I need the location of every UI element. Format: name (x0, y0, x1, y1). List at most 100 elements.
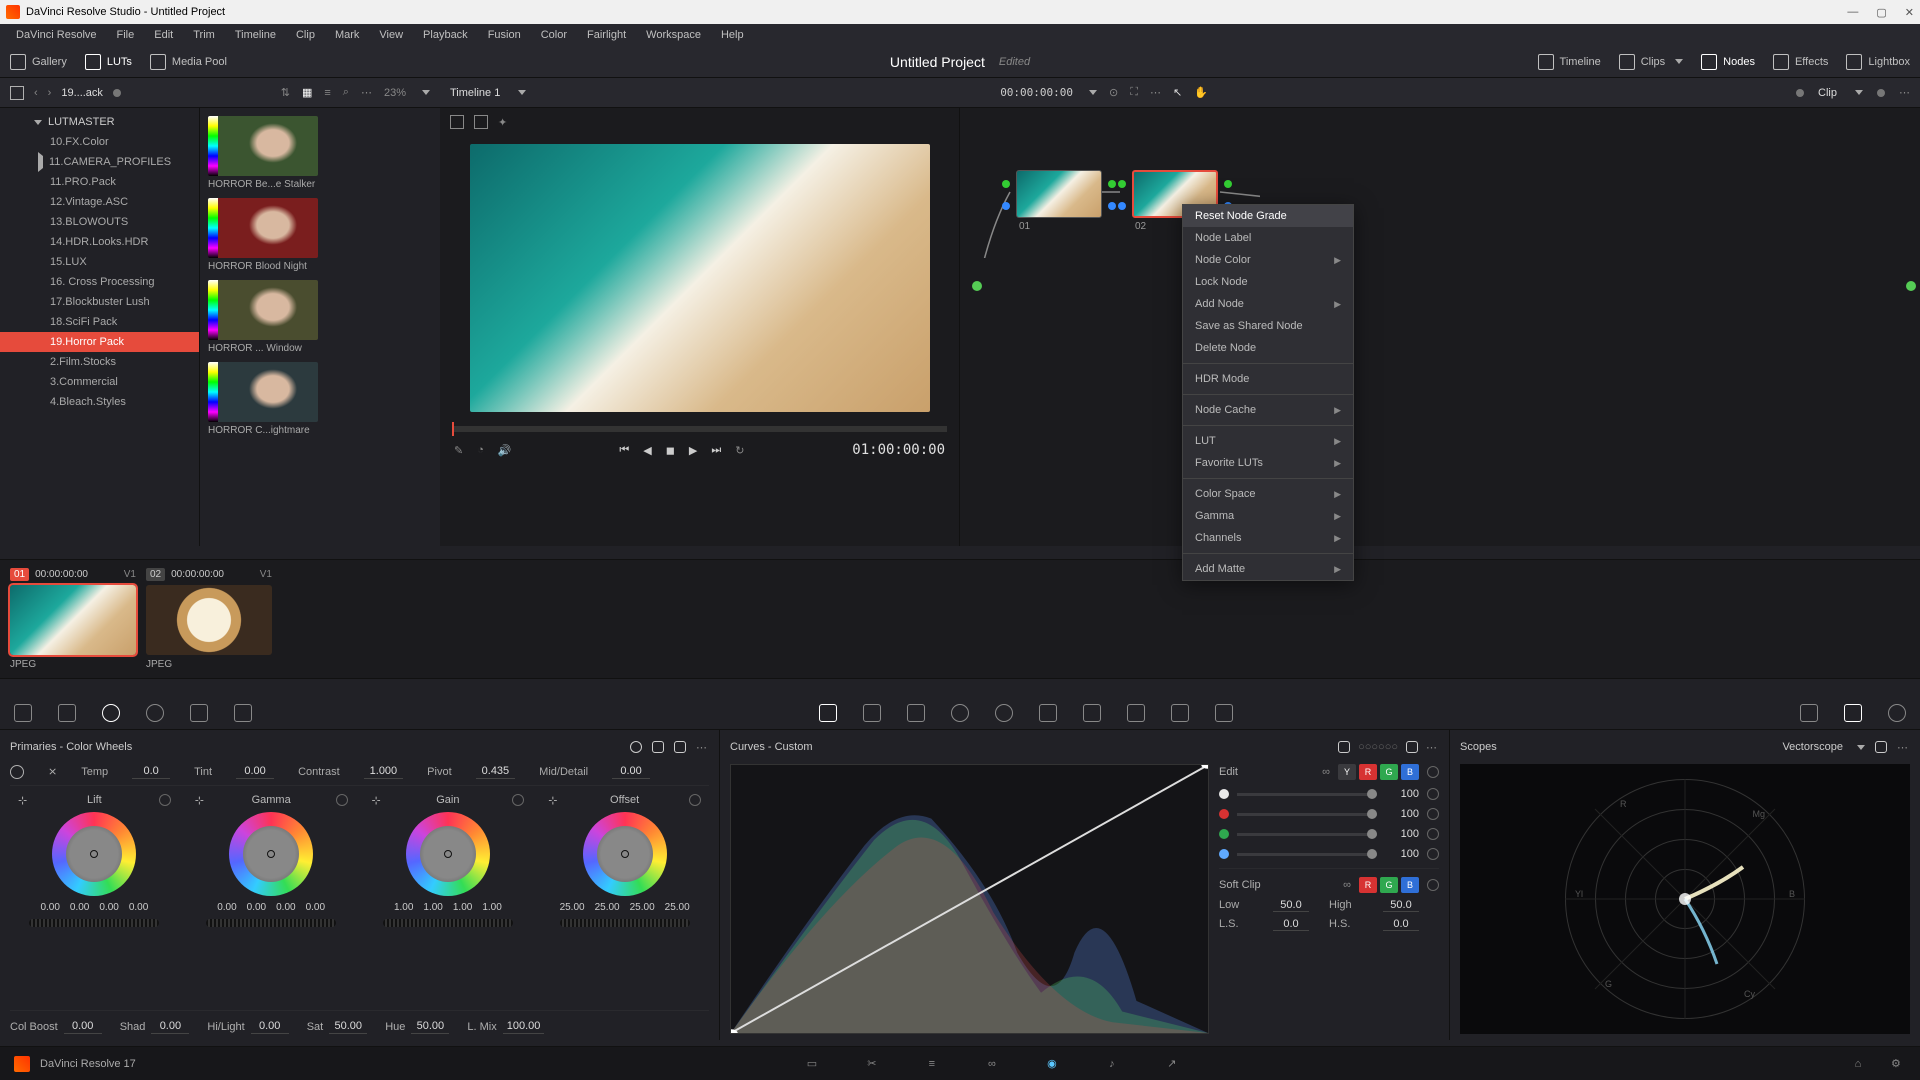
wheel-value[interactable]: 0.00 (306, 902, 325, 913)
wheel-value[interactable]: 1.00 (482, 902, 501, 913)
ctx-add-matte[interactable]: Add Matte▶ (1183, 558, 1353, 580)
ctx-gamma[interactable]: Gamma▶ (1183, 505, 1353, 527)
wheel-value[interactable]: 25.00 (560, 902, 585, 913)
viewer-image[interactable] (470, 144, 930, 412)
timeline-name[interactable]: Timeline 1 (450, 87, 500, 99)
curve-intensity-slider[interactable]: 100 (1219, 788, 1439, 800)
home-icon[interactable]: ⌂ (1848, 1054, 1868, 1074)
clip-thumbnail[interactable] (146, 585, 272, 655)
project-settings-icon[interactable]: ⚙ (1886, 1054, 1906, 1074)
edit-b-button[interactable]: B (1401, 764, 1419, 780)
scope-toggle-icon[interactable]: ◔ (477, 444, 484, 457)
primaries-mode-log-icon[interactable] (674, 741, 686, 753)
ctx-lut[interactable]: LUT▶ (1183, 430, 1353, 452)
page-color-icon[interactable]: ◉ (1042, 1054, 1062, 1074)
ttb-lightbox[interactable]: Lightbox (1846, 54, 1910, 70)
lut-folder[interactable]: 12.Vintage.ASC (0, 192, 199, 212)
window-maximize[interactable]: ▢ (1876, 6, 1886, 19)
wheel-value[interactable]: 1.00 (394, 902, 413, 913)
play-icon[interactable]: ▶ (689, 444, 697, 457)
wheel-value[interactable]: 1.00 (453, 902, 472, 913)
viewer-mode-a-icon[interactable] (450, 115, 464, 129)
pal-qualifier-icon[interactable] (907, 704, 925, 722)
nav-next-icon[interactable]: › (48, 87, 52, 99)
lut-folder[interactable]: 19.Horror Pack (0, 332, 199, 352)
ttb-gallery[interactable]: Gallery (10, 54, 67, 70)
clips-dropdown-icon[interactable] (1675, 59, 1683, 64)
pal-warper-icon[interactable] (863, 704, 881, 722)
clip-item[interactable]: 0200:00:00:00V1JPEG (146, 568, 272, 670)
menu-help[interactable]: Help (711, 29, 754, 41)
color-wheel[interactable] (229, 812, 313, 896)
window-close[interactable]: ✕ (1905, 6, 1914, 19)
menu-workspace[interactable]: Workspace (636, 29, 711, 41)
softclip-reset-icon[interactable] (1427, 879, 1439, 891)
search-icon[interactable]: ⌕ (343, 86, 349, 99)
pal-rgb-mixer-icon[interactable] (190, 704, 208, 722)
pal-window-icon[interactable] (951, 704, 969, 722)
lut-root[interactable]: LUTMASTER (0, 112, 199, 132)
color-wheel[interactable] (583, 812, 667, 896)
wheel-value[interactable]: 0.00 (129, 902, 148, 913)
scopes-mode[interactable]: Vectorscope (1782, 741, 1843, 753)
edit-g-button[interactable]: G (1380, 764, 1398, 780)
link-icon[interactable]: ∞ (1322, 766, 1330, 778)
page-fairlight-icon[interactable]: ♪ (1102, 1054, 1122, 1074)
menu-view[interactable]: View (369, 29, 413, 41)
clip-item[interactable]: 0100:00:00:00V1JPEG (10, 568, 136, 670)
wheel-reset-icon[interactable] (159, 794, 171, 806)
wheel-reset-icon[interactable] (512, 794, 524, 806)
wheel-value[interactable]: 25.00 (630, 902, 655, 913)
clip-thumbnail[interactable] (10, 585, 136, 655)
hand-tool-icon[interactable]: ✋ (1194, 86, 1208, 99)
softclip-link-icon[interactable]: ∞ (1343, 879, 1351, 891)
wheel-mode-icon[interactable]: ⊹ (372, 794, 384, 806)
lut-folder[interactable]: 10.FX.Color (0, 132, 199, 152)
wheel-value[interactable]: 0.00 (70, 902, 89, 913)
bypass-icon[interactable]: ⊙ (1109, 86, 1118, 99)
sat-value[interactable]: 50.00 (329, 1019, 367, 1034)
pal-scopes-icon[interactable] (1844, 704, 1862, 722)
wheel-value[interactable]: 1.00 (423, 902, 442, 913)
menu-playback[interactable]: Playback (413, 29, 478, 41)
nav-prev-icon[interactable]: ‹ (34, 87, 38, 99)
ttb-timeline[interactable]: Timeline (1538, 54, 1601, 70)
edit-reset-icon[interactable] (1427, 766, 1439, 778)
slider-reset-icon[interactable] (1427, 828, 1439, 840)
sc-b-button[interactable]: B (1401, 877, 1419, 893)
viewer-more-icon[interactable]: ⋯ (1150, 86, 1161, 99)
page-media-icon[interactable]: ▭ (802, 1054, 822, 1074)
sc-ls[interactable]: 0.0 (1273, 918, 1309, 931)
primaries-mode-wheel-icon[interactable] (630, 741, 642, 753)
more-icon[interactable]: ⋯ (361, 86, 372, 99)
scopes-mode-dropdown-icon[interactable] (1857, 745, 1865, 750)
color-wheel[interactable] (406, 812, 490, 896)
pal-color-match-icon[interactable] (58, 704, 76, 722)
lut-folder[interactable]: 18.SciFi Pack (0, 312, 199, 332)
pal-sizing-icon[interactable] (1171, 704, 1189, 722)
play-reverse-icon[interactable]: ◀ (643, 444, 651, 457)
pal-keyframe-icon[interactable] (1800, 704, 1818, 722)
lut-folder[interactable]: 17.Blockbuster Lush (0, 292, 199, 312)
page-fusion-icon[interactable]: ∞ (982, 1054, 1002, 1074)
viewer-mode-b-icon[interactable] (474, 115, 488, 129)
panel-menu-icon[interactable] (10, 86, 24, 100)
curves-options-icon[interactable]: ⋯ (1426, 741, 1439, 754)
wheel-value[interactable]: 25.00 (595, 902, 620, 913)
ctx-node-label[interactable]: Node Label (1183, 227, 1353, 249)
colboost-value[interactable]: 0.00 (64, 1019, 102, 1034)
lut-folder[interactable]: 16. Cross Processing (0, 272, 199, 292)
lut-thumbnail[interactable]: HORROR Blood Night (208, 198, 432, 272)
lut-thumbnail[interactable]: HORROR Be...e Stalker (208, 116, 432, 190)
menu-mark[interactable]: Mark (325, 29, 369, 41)
ctx-save-as-shared-node[interactable]: Save as Shared Node (1183, 315, 1353, 337)
ctx-hdr-mode[interactable]: HDR Mode (1183, 368, 1353, 390)
curve-canvas[interactable] (730, 764, 1209, 1034)
pal-magic-mask-icon[interactable] (1039, 704, 1057, 722)
loop-icon[interactable]: ↻ (735, 444, 744, 457)
menu-file[interactable]: File (107, 29, 145, 41)
menu-timeline[interactable]: Timeline (225, 29, 286, 41)
pal-motion-icon[interactable] (234, 704, 252, 722)
viewer-fx-icon[interactable]: ✦ (498, 116, 507, 129)
wheel-value[interactable]: 0.00 (99, 902, 118, 913)
